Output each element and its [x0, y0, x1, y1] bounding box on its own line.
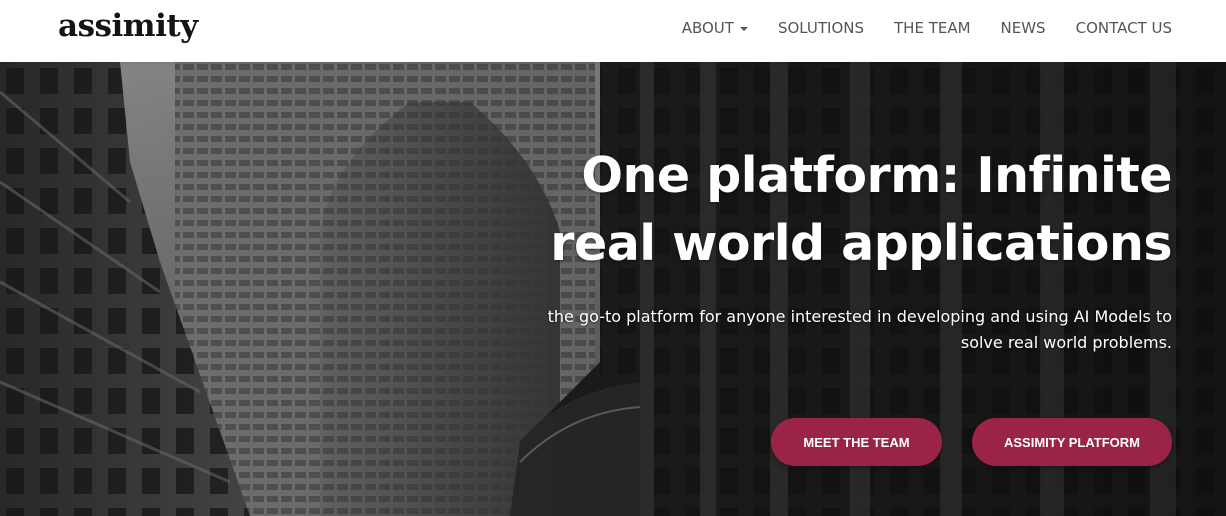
assimity-platform-button[interactable]: ASSIMITY PLATFORM [972, 418, 1172, 466]
nav-item-label: ABOUT [681, 19, 734, 37]
hero-subtext-line-2: solve real world problems. [960, 333, 1172, 352]
hero-subtext: the go-to platform for anyone interested… [532, 304, 1172, 356]
hero-headline-line-2: real world applications [550, 215, 1172, 272]
hero-subtext-line-1: the go-to platform for anyone interested… [547, 307, 1172, 326]
nav-item-label: THE TEAM [894, 19, 971, 37]
nav-item-label: SOLUTIONS [777, 19, 864, 37]
nav-item-news[interactable]: NEWS [1001, 18, 1046, 38]
main-nav: ABOUT SOLUTIONS THE TEAM NEWS CONTACT US [652, 18, 1172, 38]
hero-headline-line-1: One platform: Infinite [581, 147, 1172, 204]
hero-section: One platform: Infinite real world applic… [0, 62, 1226, 516]
nav-item-label: NEWS [1000, 19, 1046, 37]
hero-headline: One platform: Infinite real world applic… [532, 142, 1172, 278]
navbar: assimity ABOUT SOLUTIONS THE TEAM NEWS C… [0, 0, 1226, 62]
nav-item-solutions[interactable]: SOLUTIONS [778, 18, 864, 38]
meet-the-team-button[interactable]: MEET THE TEAM [771, 418, 942, 466]
nav-item-the-team[interactable]: THE TEAM [894, 18, 971, 38]
brand-logo[interactable]: assimity [58, 8, 198, 44]
nav-item-contact-us[interactable]: CONTACT US [1076, 18, 1172, 38]
nav-item-about[interactable]: ABOUT [682, 18, 748, 38]
nav-item-label: CONTACT US [1075, 19, 1172, 37]
caret-down-icon [739, 27, 748, 31]
